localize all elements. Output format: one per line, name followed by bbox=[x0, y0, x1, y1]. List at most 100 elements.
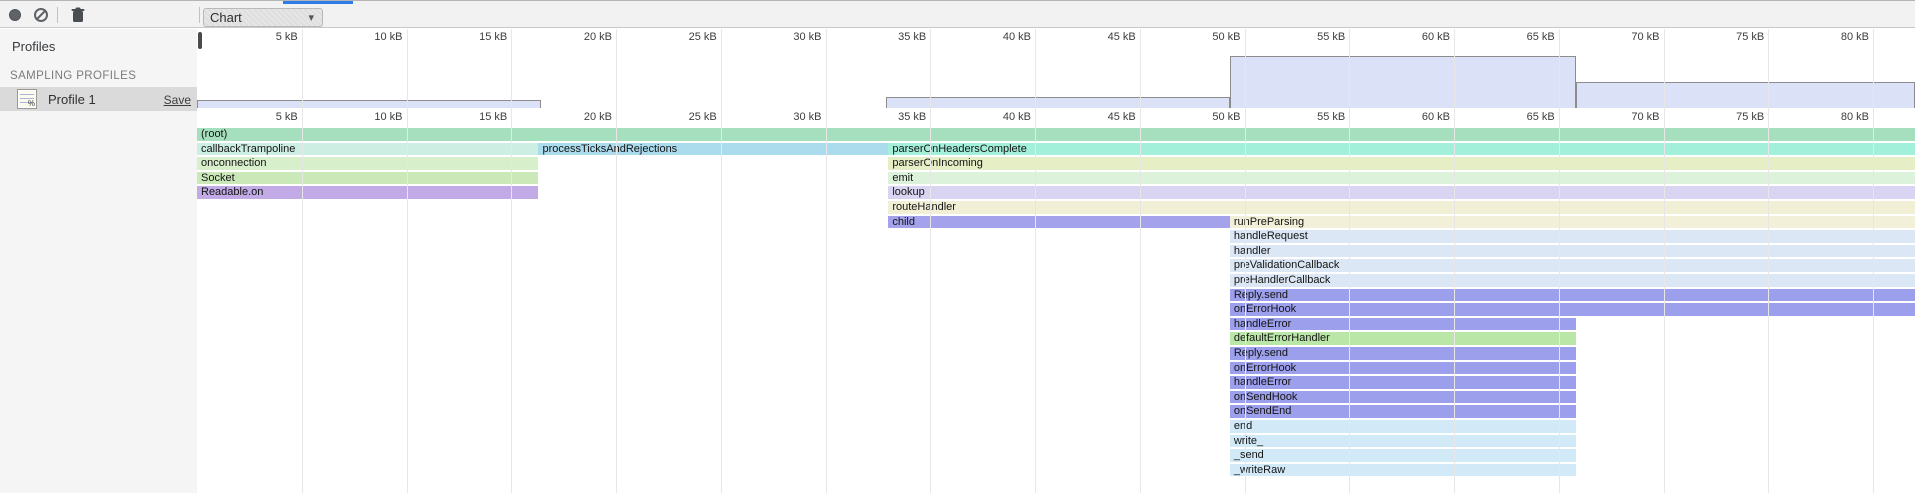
profile-chart-icon: % bbox=[17, 89, 37, 109]
flame-frame-lookup[interactable]: lookup bbox=[888, 186, 1915, 199]
flame-chart-area: (root) callbackTrampolineprocessTicksAndR… bbox=[197, 29, 1915, 493]
axis-tick-label: 25 kB bbox=[689, 111, 721, 123]
flame-frame-processticksandrejections[interactable]: processTicksAndRejections bbox=[538, 143, 888, 156]
flame-frame-routehandler[interactable]: routeHandler bbox=[888, 201, 1915, 214]
overview-tick-label: 25 kB bbox=[689, 31, 721, 43]
axis-tick-label: 50 kB bbox=[1212, 111, 1244, 123]
overview-tick-label: 30 kB bbox=[793, 31, 825, 43]
flame-gridline bbox=[302, 108, 303, 493]
axis-tick-label: 75 kB bbox=[1736, 111, 1768, 123]
overview-gridline bbox=[1140, 29, 1141, 108]
overview-gridline bbox=[407, 29, 408, 108]
flame-frame-reply-send[interactable]: Reply.send bbox=[1230, 289, 1915, 302]
sidebar-item-profile-1[interactable]: % Profile 1 Save bbox=[0, 87, 199, 111]
overview-band-segment[interactable] bbox=[886, 97, 1230, 108]
flame-frame-reply-send[interactable]: Reply.send bbox=[1230, 347, 1576, 360]
sidebar-title: Profiles bbox=[12, 39, 55, 54]
overview-gridline bbox=[721, 29, 722, 108]
profiler-toolbar: Chart ▾ bbox=[0, 0, 1915, 28]
flame-gridline bbox=[1245, 108, 1246, 493]
flame-frame-onerrorhook[interactable]: onErrorHook bbox=[1230, 362, 1576, 375]
flame-frame--send[interactable]: _send bbox=[1230, 449, 1576, 462]
overview-gridline bbox=[1035, 29, 1036, 108]
flame-gridline bbox=[511, 108, 512, 493]
axis-tick-label: 80 kB bbox=[1841, 111, 1873, 123]
flame-frame-onsendend[interactable]: onSendEnd bbox=[1230, 405, 1576, 418]
axis-tick-label: 65 kB bbox=[1527, 111, 1559, 123]
active-tab-indicator bbox=[283, 1, 353, 4]
flame-frame--root-[interactable]: (root) bbox=[197, 128, 1915, 141]
overview-gridline bbox=[1349, 29, 1350, 108]
overview-tick-label: 70 kB bbox=[1631, 31, 1663, 43]
flame-frame-runpreparsing[interactable]: runPreParsing bbox=[1230, 216, 1915, 229]
toolbar-separator bbox=[199, 7, 200, 23]
flame-frame-prehandlercallback[interactable]: preHandlerCallback bbox=[1230, 274, 1915, 287]
overview-gridline bbox=[1664, 29, 1665, 108]
overview-left-handle[interactable] bbox=[198, 32, 202, 49]
trash-icon[interactable] bbox=[71, 7, 85, 23]
toolbar-separator bbox=[57, 7, 58, 23]
overview-gridline bbox=[302, 29, 303, 108]
flame-frame-defaulterrorhandler[interactable]: defaultErrorHandler bbox=[1230, 332, 1576, 345]
flame-gridline bbox=[721, 108, 722, 493]
overview-tick-label: 50 kB bbox=[1212, 31, 1244, 43]
axis-tick-label: 60 kB bbox=[1422, 111, 1454, 123]
overview-gridline bbox=[1873, 29, 1874, 108]
overview-band-segment[interactable] bbox=[1230, 56, 1576, 108]
flame-gridline bbox=[616, 108, 617, 493]
memory-profiler-panel: Chart ▾ Profiles SAMPLING PROFILES % Pro… bbox=[0, 0, 1915, 493]
flame-gridline bbox=[1664, 108, 1665, 493]
flame-frame-parseronincoming[interactable]: parserOnIncoming bbox=[888, 157, 1915, 170]
flame-frame-child[interactable]: child bbox=[888, 216, 1229, 229]
flame-frame-handler[interactable]: handler bbox=[1230, 245, 1915, 258]
flame-frame-socket[interactable]: Socket bbox=[197, 172, 538, 185]
view-mode-select[interactable]: Chart ▾ bbox=[203, 8, 323, 27]
overview-tick-label: 80 kB bbox=[1841, 31, 1873, 43]
overview-tick-label: 45 kB bbox=[1108, 31, 1140, 43]
flame-frame--writeraw[interactable]: _writeRaw bbox=[1230, 464, 1576, 477]
overview-tick-label: 60 kB bbox=[1422, 31, 1454, 43]
flame-gridline bbox=[1559, 108, 1560, 493]
flame-frame-onerrorhook[interactable]: onErrorHook bbox=[1230, 303, 1915, 316]
overview-tick-label: 65 kB bbox=[1527, 31, 1559, 43]
flame-frame-onsendhook[interactable]: onSendHook bbox=[1230, 391, 1576, 404]
axis-tick-label: 10 kB bbox=[374, 111, 406, 123]
overview-band-segment[interactable] bbox=[1576, 82, 1915, 108]
overview-tick-label: 35 kB bbox=[898, 31, 930, 43]
save-profile-link[interactable]: Save bbox=[164, 93, 191, 107]
view-mode-value: Chart bbox=[210, 10, 242, 25]
flame-gridline bbox=[1768, 108, 1769, 493]
axis-tick-label: 30 kB bbox=[793, 111, 825, 123]
overview-gridline bbox=[1559, 29, 1560, 108]
flame-frame-callbacktrampoline[interactable]: callbackTrampoline bbox=[197, 143, 538, 156]
axis-tick-label: 20 kB bbox=[584, 111, 616, 123]
overview-gridline bbox=[1245, 29, 1246, 108]
overview-gridline bbox=[826, 29, 827, 108]
flame-gridline bbox=[1349, 108, 1350, 493]
axis-tick-label: 55 kB bbox=[1317, 111, 1349, 123]
flame-frame-write-[interactable]: write_ bbox=[1230, 435, 1576, 448]
chevron-down-icon: ▾ bbox=[308, 10, 314, 27]
flame-frame-handlerequest[interactable]: handleRequest bbox=[1230, 230, 1915, 243]
axis-tick-label: 45 kB bbox=[1108, 111, 1140, 123]
flame-gridline bbox=[1140, 108, 1141, 493]
flame-gridline bbox=[930, 108, 931, 493]
axis-tick-label: 40 kB bbox=[1003, 111, 1035, 123]
flame-gridline bbox=[1454, 108, 1455, 493]
flame-frame-emit[interactable]: emit bbox=[888, 172, 1915, 185]
clear-icon[interactable] bbox=[34, 8, 48, 22]
flame-frame-handleerror[interactable]: handleError bbox=[1230, 318, 1576, 331]
overview-tick-label: 40 kB bbox=[1003, 31, 1035, 43]
flame-frame-handleerror[interactable]: handleError bbox=[1230, 376, 1576, 389]
record-button[interactable] bbox=[9, 9, 21, 21]
flame-frame-prevalidationcallback[interactable]: preValidationCallback bbox=[1230, 259, 1915, 272]
flame-frame-parseronheaderscomplete[interactable]: parserOnHeadersComplete bbox=[888, 143, 1915, 156]
flame-frame-readable-on[interactable]: Readable.on bbox=[197, 186, 538, 199]
overview-band-segment[interactable] bbox=[197, 100, 541, 108]
flame-frame-onconnection[interactable]: onconnection bbox=[197, 157, 538, 170]
overview-tick-label: 75 kB bbox=[1736, 31, 1768, 43]
profiles-sidebar: Profiles SAMPLING PROFILES % Profile 1 S… bbox=[0, 29, 200, 493]
flame-frame-end[interactable]: end bbox=[1230, 420, 1576, 433]
flame-graph: (root) callbackTrampolineprocessTicksAndR… bbox=[197, 108, 1915, 493]
overview-tick-label: 15 kB bbox=[479, 31, 511, 43]
